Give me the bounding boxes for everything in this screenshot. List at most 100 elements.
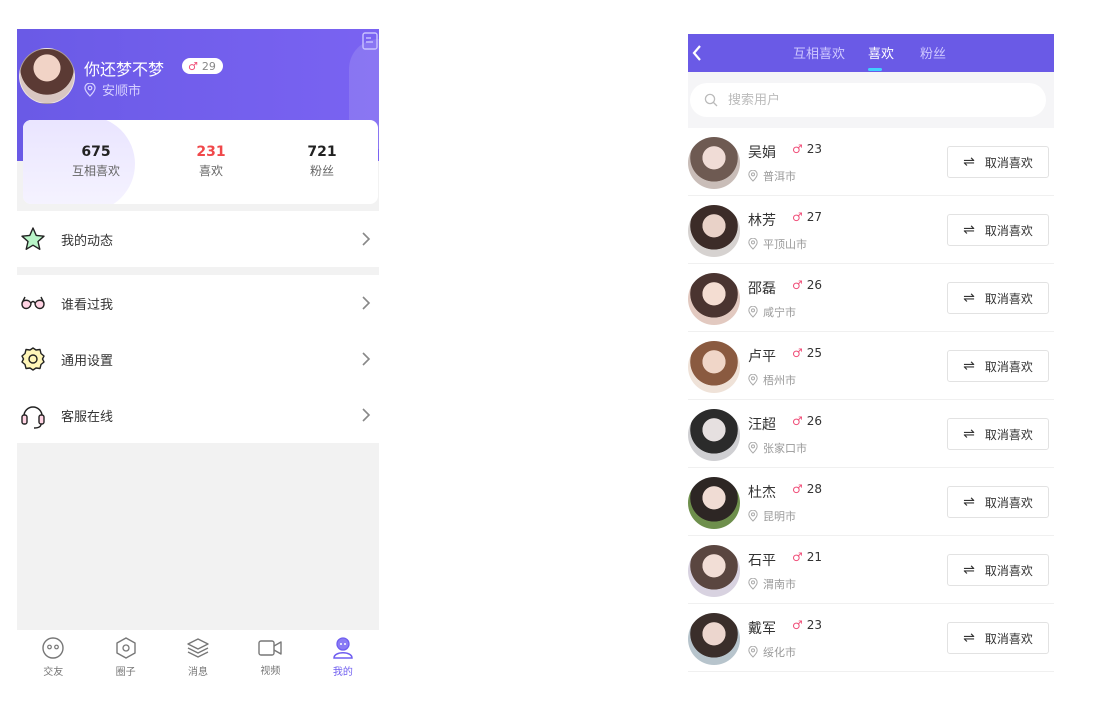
stat-likes[interactable]: 231 喜欢: [151, 144, 271, 179]
unlike-button[interactable]: ⇌ 取消喜欢: [947, 418, 1049, 450]
unlike-button[interactable]: ⇌ 取消喜欢: [947, 622, 1049, 654]
unlike-button[interactable]: ⇌ 取消喜欢: [947, 146, 1049, 178]
age-info: ♂ 26: [792, 414, 822, 428]
unlike-label: 取消喜欢: [984, 359, 1033, 374]
unlike-button[interactable]: ⇌ 取消喜欢: [947, 350, 1049, 382]
avatar[interactable]: [688, 545, 740, 597]
swap-arrows-icon: ⇌: [963, 562, 975, 578]
age-value: 23: [806, 142, 823, 156]
user-list-item[interactable]: 戴军 ♂ 23 绥化市 ⇌ 取消喜欢: [688, 604, 1054, 672]
row-divider: [688, 671, 1054, 672]
location-text: 普洱市: [763, 170, 796, 183]
face-icon: [42, 637, 64, 659]
avatar[interactable]: [688, 477, 740, 529]
gear-icon: [19, 345, 47, 373]
tab-label: 视频: [260, 666, 281, 677]
menu-label: 谁看过我: [61, 297, 114, 313]
unlike-button[interactable]: ⇌ 取消喜欢: [947, 282, 1049, 314]
edit-icon[interactable]: [361, 31, 379, 51]
user-list-item[interactable]: 石平 ♂ 21 渭南市 ⇌ 取消喜欢: [688, 536, 1054, 604]
stat-mutual-likes[interactable]: 675 互相喜欢: [36, 144, 156, 179]
age-value: 28: [806, 482, 823, 496]
unlike-button[interactable]: ⇌ 取消喜欢: [947, 486, 1049, 518]
tab-likes[interactable]: 喜欢: [868, 43, 894, 62]
star-icon: [19, 225, 47, 253]
user-list-item[interactable]: 林芳 ♂ 27 平顶山市 ⇌ 取消喜欢: [688, 196, 1054, 264]
chevron-right-icon: [362, 352, 371, 366]
video-camera-icon: [258, 640, 283, 656]
avatar[interactable]: [688, 205, 740, 257]
location-pin-icon: [748, 510, 758, 522]
age-info: ♂ 25: [792, 346, 822, 360]
back-arrow-icon[interactable]: [690, 42, 704, 64]
tab-circle[interactable]: 圈子: [89, 630, 161, 684]
location-pin-icon: [748, 578, 758, 590]
unlike-button[interactable]: ⇌ 取消喜欢: [947, 554, 1049, 586]
tab-video[interactable]: 视频: [234, 630, 306, 684]
location-pin-icon: [748, 646, 758, 658]
tab-me[interactable]: 我的: [307, 630, 379, 684]
user-location: 普洱市: [748, 168, 796, 184]
user-list-item[interactable]: 杜杰 ♂ 28 昆明市 ⇌ 取消喜欢: [688, 468, 1054, 536]
age-value: 25: [806, 346, 823, 360]
location-pin-icon: [748, 442, 758, 454]
unlike-label: 取消喜欢: [984, 291, 1033, 306]
avatar[interactable]: [688, 613, 740, 665]
menu-label: 通用设置: [61, 353, 114, 369]
gender-male-icon: ♂: [792, 210, 803, 224]
user-list-item[interactable]: 卢平 ♂ 25 梧州市 ⇌ 取消喜欢: [688, 332, 1054, 400]
avatar[interactable]: [688, 273, 740, 325]
hexagon-icon: [115, 637, 136, 659]
location-text: 安顺市: [102, 84, 142, 99]
stat-value: 721: [307, 144, 337, 160]
user-location: 平顶山市: [748, 236, 807, 252]
unlike-label: 取消喜欢: [984, 223, 1033, 238]
user-name: 卢平: [748, 349, 776, 365]
user-location: 梧州市: [748, 372, 796, 388]
unlike-label: 取消喜欢: [984, 563, 1033, 578]
user-list-item[interactable]: 吴娟 ♂ 23 普洱市 ⇌ 取消喜欢: [688, 128, 1054, 196]
unlike-button[interactable]: ⇌ 取消喜欢: [947, 214, 1049, 246]
search-box: [690, 83, 1046, 117]
age-badge: ♂ 29: [182, 58, 223, 74]
menu-item-my-posts[interactable]: 我的动态: [17, 211, 379, 267]
stat-label: 喜欢: [198, 164, 223, 178]
user-name: 林芳: [748, 213, 776, 229]
age-info: ♂ 28: [792, 482, 822, 496]
location-pin-icon: [84, 82, 96, 97]
gender-male-icon: ♂: [792, 414, 803, 428]
stat-fans[interactable]: 721 粉丝: [262, 144, 378, 179]
age-info: ♂ 23: [792, 142, 822, 156]
location-text: 梧州市: [763, 374, 796, 387]
tab-friends[interactable]: 交友: [17, 630, 89, 684]
user-name: 戴军: [748, 621, 776, 637]
user-list-item[interactable]: 汪超 ♂ 26 张家口市 ⇌ 取消喜欢: [688, 400, 1054, 468]
age-info: ♂ 27: [792, 210, 822, 224]
menu-label: 客服在线: [61, 409, 114, 425]
search-area: [688, 72, 1054, 128]
tab-messages[interactable]: 消息: [162, 630, 234, 684]
swap-arrows-icon: ⇌: [963, 494, 975, 510]
location-text: 张家口市: [763, 442, 807, 455]
user-location: 昆明市: [748, 508, 796, 524]
user-list-item[interactable]: 邵磊 ♂ 26 咸宁市 ⇌ 取消喜欢: [688, 264, 1054, 332]
avatar[interactable]: [19, 48, 75, 104]
avatar[interactable]: [688, 341, 740, 393]
tab-mutual-likes[interactable]: 互相喜欢: [793, 43, 845, 62]
tab-label: 消息: [188, 667, 209, 678]
avatar[interactable]: [688, 137, 740, 189]
menu-item-customer-service[interactable]: 客服在线: [17, 387, 379, 443]
age-value: 27: [806, 210, 823, 224]
location-pin-icon: [748, 306, 758, 318]
menu-item-visitors[interactable]: 谁看过我: [17, 275, 379, 331]
active-tab-indicator: [868, 68, 882, 71]
search-input[interactable]: [728, 92, 1008, 108]
user-name: 石平: [748, 553, 776, 569]
avatar[interactable]: [688, 409, 740, 461]
menu-item-settings[interactable]: 通用设置: [17, 331, 379, 387]
location-text: 渭南市: [763, 578, 796, 591]
gender-male-icon: ♂: [792, 482, 803, 496]
age-info: ♂ 21: [792, 550, 822, 564]
tab-fans[interactable]: 粉丝: [920, 43, 946, 62]
location-text: 平顶山市: [763, 238, 807, 251]
